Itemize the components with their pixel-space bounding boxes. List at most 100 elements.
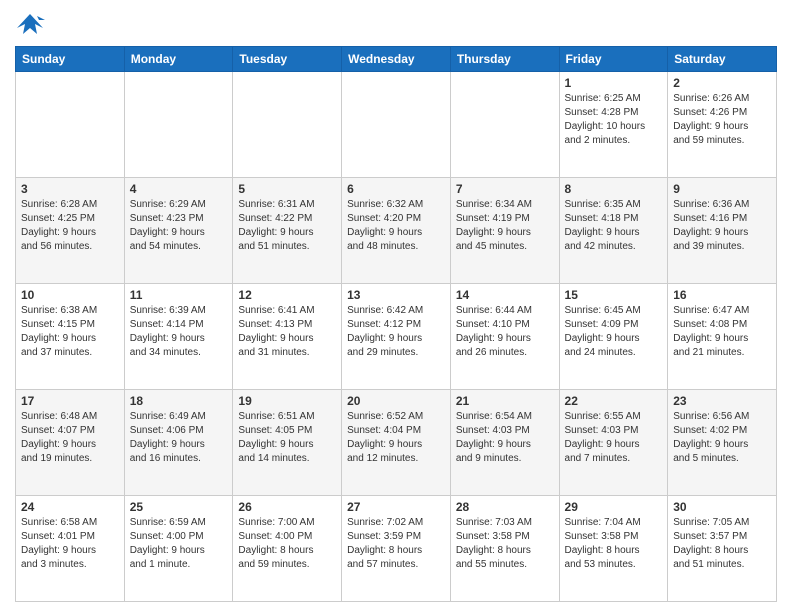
day-number: 1 <box>565 76 663 90</box>
calendar-cell: 18 Sunrise: 6:49 AM Sunset: 4:06 PM Dayli… <box>124 390 233 496</box>
day-info: Sunrise: 6:42 AM Sunset: 4:12 PM Dayligh… <box>347 304 445 360</box>
calendar-cell: 16 Sunrise: 6:47 AM Sunset: 4:08 PM Dayli… <box>668 284 777 390</box>
calendar-cell: 12Sunrise: 6:41 AM Sunset: 4:13 PM Dayli… <box>233 284 342 390</box>
calendar-cell: 4 Sunrise: 6:29 AM Sunset: 4:23 PM Daylig… <box>124 178 233 284</box>
day-info: Sunrise: 6:38 AM Sunset: 4:15 PM Dayligh… <box>21 304 119 360</box>
day-info: Sunrise: 6:58 AM Sunset: 4:01 PM Dayligh… <box>21 516 119 572</box>
day-number: 2 <box>673 76 771 90</box>
day-number: 26 <box>238 500 336 514</box>
calendar-cell: 27 Sunrise: 7:02 AM Sunset: 3:59 PM Dayli… <box>342 496 451 602</box>
calendar-week-3: 17 Sunrise: 6:48 AM Sunset: 4:07 PM Dayli… <box>16 390 777 496</box>
day-number: 11 <box>130 288 228 302</box>
weekday-header-saturday: Saturday <box>668 47 777 72</box>
weekday-header-friday: Friday <box>559 47 668 72</box>
day-number: 30 <box>673 500 771 514</box>
day-number: 10 <box>21 288 119 302</box>
logo-icon <box>15 10 45 38</box>
day-number: 23 <box>673 394 771 408</box>
day-info: Sunrise: 7:02 AM Sunset: 3:59 PM Dayligh… <box>347 516 445 572</box>
calendar-cell <box>124 72 233 178</box>
day-number: 3 <box>21 182 119 196</box>
calendar-cell: 21 Sunrise: 6:54 AM Sunset: 4:03 PM Dayli… <box>450 390 559 496</box>
day-number: 4 <box>130 182 228 196</box>
calendar-cell: 30 Sunrise: 7:05 AM Sunset: 3:57 PM Dayli… <box>668 496 777 602</box>
day-number: 6 <box>347 182 445 196</box>
calendar-cell: 23 Sunrise: 6:56 AM Sunset: 4:02 PM Dayli… <box>668 390 777 496</box>
calendar-cell: 19 Sunrise: 6:51 AM Sunset: 4:05 PM Dayli… <box>233 390 342 496</box>
day-number: 22 <box>565 394 663 408</box>
day-info: Sunrise: 6:59 AM Sunset: 4:00 PM Dayligh… <box>130 516 228 572</box>
calendar-week-0: 1 Sunrise: 6:25 AM Sunset: 4:28 PM Daylig… <box>16 72 777 178</box>
day-info: Sunrise: 6:48 AM Sunset: 4:07 PM Dayligh… <box>21 410 119 466</box>
calendar-cell: 13 Sunrise: 6:42 AM Sunset: 4:12 PM Dayli… <box>342 284 451 390</box>
day-info: Sunrise: 6:28 AM Sunset: 4:25 PM Dayligh… <box>21 198 119 254</box>
day-number: 24 <box>21 500 119 514</box>
calendar-cell: 3 Sunrise: 6:28 AM Sunset: 4:25 PM Daylig… <box>16 178 125 284</box>
day-info: Sunrise: 7:05 AM Sunset: 3:57 PM Dayligh… <box>673 516 771 572</box>
day-number: 20 <box>347 394 445 408</box>
weekday-header-thursday: Thursday <box>450 47 559 72</box>
day-info: Sunrise: 6:49 AM Sunset: 4:06 PM Dayligh… <box>130 410 228 466</box>
page: SundayMondayTuesdayWednesdayThursdayFrid… <box>0 0 792 612</box>
calendar-cell: 7 Sunrise: 6:34 AM Sunset: 4:19 PM Daylig… <box>450 178 559 284</box>
calendar-table: SundayMondayTuesdayWednesdayThursdayFrid… <box>15 46 777 602</box>
day-number: 19 <box>238 394 336 408</box>
day-info: Sunrise: 6:36 AM Sunset: 4:16 PM Dayligh… <box>673 198 771 254</box>
day-number: 16 <box>673 288 771 302</box>
day-number: 14 <box>456 288 554 302</box>
calendar-cell: 20Sunrise: 6:52 AM Sunset: 4:04 PM Dayli… <box>342 390 451 496</box>
calendar-cell: 1 Sunrise: 6:25 AM Sunset: 4:28 PM Daylig… <box>559 72 668 178</box>
calendar-cell: 28 Sunrise: 7:03 AM Sunset: 3:58 PM Dayli… <box>450 496 559 602</box>
day-number: 21 <box>456 394 554 408</box>
weekday-header-monday: Monday <box>124 47 233 72</box>
calendar-cell <box>233 72 342 178</box>
day-info: Sunrise: 6:51 AM Sunset: 4:05 PM Dayligh… <box>238 410 336 466</box>
calendar-week-4: 24 Sunrise: 6:58 AM Sunset: 4:01 PM Dayli… <box>16 496 777 602</box>
day-info: Sunrise: 6:56 AM Sunset: 4:02 PM Dayligh… <box>673 410 771 466</box>
day-number: 25 <box>130 500 228 514</box>
day-info: Sunrise: 6:44 AM Sunset: 4:10 PM Dayligh… <box>456 304 554 360</box>
day-number: 8 <box>565 182 663 196</box>
calendar-week-2: 10 Sunrise: 6:38 AM Sunset: 4:15 PM Dayli… <box>16 284 777 390</box>
day-info: Sunrise: 6:47 AM Sunset: 4:08 PM Dayligh… <box>673 304 771 360</box>
calendar-cell: 8Sunrise: 6:35 AM Sunset: 4:18 PM Daylig… <box>559 178 668 284</box>
day-info: Sunrise: 6:26 AM Sunset: 4:26 PM Dayligh… <box>673 92 771 148</box>
calendar-week-1: 3 Sunrise: 6:28 AM Sunset: 4:25 PM Daylig… <box>16 178 777 284</box>
day-info: Sunrise: 6:31 AM Sunset: 4:22 PM Dayligh… <box>238 198 336 254</box>
day-number: 7 <box>456 182 554 196</box>
calendar-cell: 5 Sunrise: 6:31 AM Sunset: 4:22 PM Daylig… <box>233 178 342 284</box>
day-number: 5 <box>238 182 336 196</box>
weekday-header-tuesday: Tuesday <box>233 47 342 72</box>
calendar-cell: 15 Sunrise: 6:45 AM Sunset: 4:09 PM Dayli… <box>559 284 668 390</box>
calendar-cell <box>16 72 125 178</box>
day-info: Sunrise: 6:25 AM Sunset: 4:28 PM Dayligh… <box>565 92 663 148</box>
day-number: 18 <box>130 394 228 408</box>
calendar-header-row: SundayMondayTuesdayWednesdayThursdayFrid… <box>16 47 777 72</box>
calendar-cell: 17 Sunrise: 6:48 AM Sunset: 4:07 PM Dayli… <box>16 390 125 496</box>
calendar-cell: 25 Sunrise: 6:59 AM Sunset: 4:00 PM Dayli… <box>124 496 233 602</box>
day-info: Sunrise: 7:03 AM Sunset: 3:58 PM Dayligh… <box>456 516 554 572</box>
day-number: 12 <box>238 288 336 302</box>
day-number: 28 <box>456 500 554 514</box>
day-info: Sunrise: 6:54 AM Sunset: 4:03 PM Dayligh… <box>456 410 554 466</box>
day-info: Sunrise: 6:34 AM Sunset: 4:19 PM Dayligh… <box>456 198 554 254</box>
calendar-cell: 26Sunrise: 7:00 AM Sunset: 4:00 PM Dayli… <box>233 496 342 602</box>
calendar-cell: 10 Sunrise: 6:38 AM Sunset: 4:15 PM Dayli… <box>16 284 125 390</box>
day-number: 9 <box>673 182 771 196</box>
calendar-cell: 11 Sunrise: 6:39 AM Sunset: 4:14 PM Dayli… <box>124 284 233 390</box>
day-number: 15 <box>565 288 663 302</box>
day-number: 13 <box>347 288 445 302</box>
calendar-cell: 2 Sunrise: 6:26 AM Sunset: 4:26 PM Daylig… <box>668 72 777 178</box>
day-info: Sunrise: 6:39 AM Sunset: 4:14 PM Dayligh… <box>130 304 228 360</box>
day-info: Sunrise: 6:32 AM Sunset: 4:20 PM Dayligh… <box>347 198 445 254</box>
calendar-cell <box>342 72 451 178</box>
day-number: 29 <box>565 500 663 514</box>
day-info: Sunrise: 6:29 AM Sunset: 4:23 PM Dayligh… <box>130 198 228 254</box>
weekday-header-wednesday: Wednesday <box>342 47 451 72</box>
calendar-cell: 9 Sunrise: 6:36 AM Sunset: 4:16 PM Daylig… <box>668 178 777 284</box>
calendar-cell: 24 Sunrise: 6:58 AM Sunset: 4:01 PM Dayli… <box>16 496 125 602</box>
calendar-cell: 29Sunrise: 7:04 AM Sunset: 3:58 PM Dayli… <box>559 496 668 602</box>
day-number: 17 <box>21 394 119 408</box>
day-info: Sunrise: 6:45 AM Sunset: 4:09 PM Dayligh… <box>565 304 663 360</box>
day-number: 27 <box>347 500 445 514</box>
